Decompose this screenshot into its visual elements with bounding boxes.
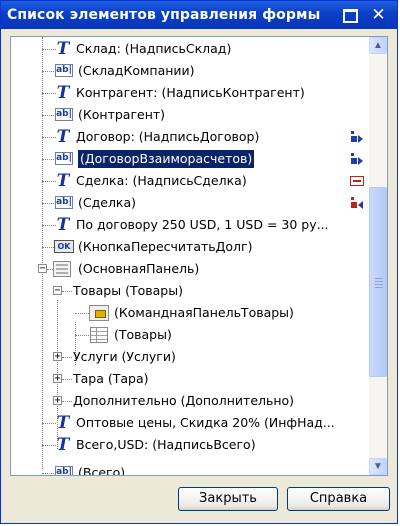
close-button[interactable]: Закрыть <box>178 487 278 511</box>
tree-item[interactable]: − Товары (Товары) <box>11 280 369 302</box>
tree-item[interactable]: T Сделка: (НадписьСделка) <box>11 170 369 192</box>
tree-item-selected[interactable]: ab| (ДоговорВзаиморасчетов) <box>11 148 369 170</box>
red-box-marker-icon <box>350 176 364 186</box>
tree-item[interactable]: − (ОсновнаяПанель) <box>11 258 369 280</box>
label-icon: T <box>56 39 70 59</box>
tree-item[interactable]: T Всего,USD: (НадписьВсего) <box>11 434 369 456</box>
expand-toggle-icon[interactable]: + <box>53 374 62 384</box>
table-icon <box>90 327 108 343</box>
label-icon: T <box>56 171 70 191</box>
form-controls-list-window: Список элементов управления формы ✕ T Ск… <box>0 0 398 524</box>
tree-item[interactable]: OK (КнопкаПересчитатьДолг) <box>11 236 369 258</box>
scrollbar-thumb[interactable] <box>369 187 387 377</box>
tree-item-label: Склад: (НадписьСклад) <box>76 41 232 56</box>
panel-icon <box>53 261 71 277</box>
tree-item-label: (Всего) <box>78 465 126 475</box>
tree-item[interactable]: T Договор: (НадписьДоговор) <box>11 126 369 148</box>
blue-arrow-marker-icon <box>351 153 363 165</box>
tree-item-label: Договор: (НадписьДоговор) <box>76 129 260 144</box>
red-arrow-marker-icon <box>351 197 363 209</box>
tree-item[interactable]: ab| (Контрагент) <box>11 104 369 126</box>
collapse-toggle-icon[interactable]: − <box>38 264 47 274</box>
tree-item[interactable]: T Оптовые цены, Скидка 20% (ИнфНад... <box>11 412 369 434</box>
tree-item[interactable]: + Тара (Тара) <box>11 368 369 390</box>
tree-item-label: (ДоговорВзаиморасчетов) <box>78 150 255 168</box>
tree-item-label: Дополнительно (Дополнительно) <box>73 393 295 408</box>
collapse-toggle-icon[interactable]: − <box>53 286 62 296</box>
tree-item-label: По договору 250 USD, 1 USD = 30 ру... <box>76 217 329 232</box>
scroll-up-icon[interactable]: ▲ <box>369 37 387 54</box>
tree-item[interactable]: ab| (СкладКомпании) <box>11 60 369 82</box>
controls-tree-panel: T Склад: (НадписьСклад) ab| (СкладКомпан… <box>10 36 388 476</box>
tree-item-label: (Контрагент) <box>78 107 166 122</box>
button-icon: OK <box>54 240 74 253</box>
vertical-scrollbar[interactable]: ▲ ▼ <box>369 37 387 475</box>
text-field-icon: ab| <box>55 108 73 121</box>
tree-item[interactable]: + Дополнительно (Дополнительно) <box>11 390 369 412</box>
tree-item-label: (Товары) <box>114 327 172 342</box>
tree-item-label: (КнопкаПересчитатьДолг) <box>78 239 253 254</box>
tree-item-label: Оптовые цены, Скидка 20% (ИнфНад... <box>76 415 335 430</box>
tree-item[interactable]: ab| (Всего) <box>11 462 369 475</box>
label-icon: T <box>56 127 70 147</box>
label-icon: T <box>56 215 70 235</box>
tree-item-label: (КоманднаяПанельТовары) <box>114 305 294 320</box>
tree-item-label: Тара (Тара) <box>73 371 149 386</box>
blue-arrow-marker-icon <box>351 131 363 143</box>
title-bar[interactable]: Список элементов управления формы ✕ <box>1 1 397 29</box>
tree-item[interactable]: ab| (Сделка) <box>11 192 369 214</box>
text-field-icon: ab| <box>55 466 73 475</box>
label-icon: T <box>56 413 70 433</box>
tree-item[interactable]: (Товары) <box>11 324 369 346</box>
tree-item-label: (Сделка) <box>78 195 137 210</box>
text-field-icon: ab| <box>55 196 73 209</box>
tree-item-label: Сделка: (НадписьСделка) <box>76 173 247 188</box>
tree-item[interactable]: (КоманднаяПанельТовары) <box>11 302 369 324</box>
tree-item-label: Услуги (Услуги) <box>73 349 176 364</box>
scroll-down-icon[interactable]: ▼ <box>369 458 387 475</box>
tree-item-label: Товары (Товары) <box>73 283 183 298</box>
expand-toggle-icon[interactable]: + <box>53 352 62 362</box>
tree-item[interactable]: T По договору 250 USD, 1 USD = 30 ру... <box>11 214 369 236</box>
controls-tree: T Склад: (НадписьСклад) ab| (СкладКомпан… <box>11 37 369 475</box>
text-field-icon: ab| <box>55 152 73 165</box>
tree-item[interactable]: T Склад: (НадписьСклад) <box>11 38 369 60</box>
text-field-icon: ab| <box>55 64 73 77</box>
tree-item-label: Контрагент: (НадписьКонтрагент) <box>76 85 305 100</box>
close-icon[interactable]: ✕ <box>370 7 387 24</box>
tree-item[interactable]: T Контрагент: (НадписьКонтрагент) <box>11 82 369 104</box>
label-icon: T <box>56 435 70 455</box>
tree-item-label: (СкладКомпании) <box>78 63 195 78</box>
expand-toggle-icon[interactable]: + <box>53 396 62 406</box>
maximize-icon[interactable] <box>342 7 359 23</box>
tree-item-label: Всего,USD: (НадписьВсего) <box>76 437 256 452</box>
tree-item-label: (ОсновнаяПанель) <box>78 261 200 276</box>
window-title: Список элементов управления формы <box>7 7 321 23</box>
tree-item[interactable]: + Услуги (Услуги) <box>11 346 369 368</box>
label-icon: T <box>56 83 70 103</box>
command-bar-icon <box>89 305 109 321</box>
help-button[interactable]: Справка <box>287 487 390 511</box>
